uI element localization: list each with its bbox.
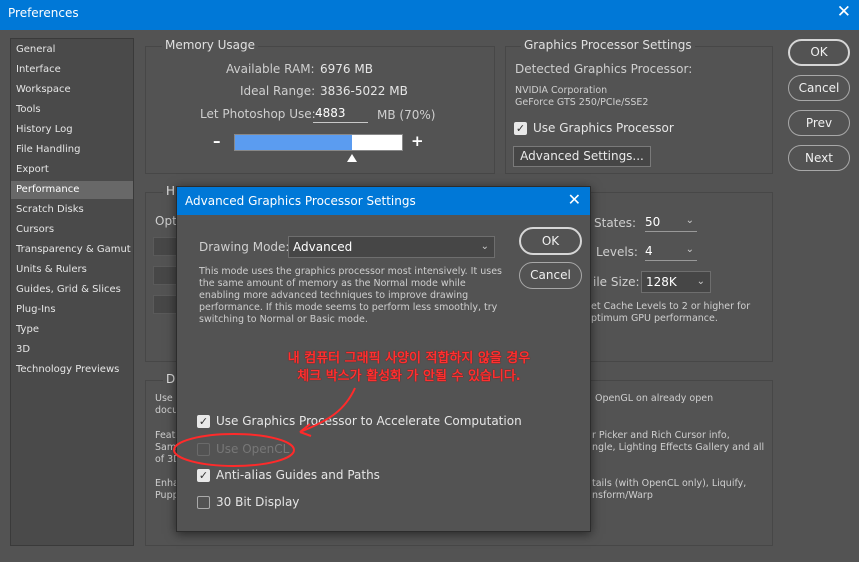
annotation-marks <box>173 387 356 467</box>
annotation-line-2: 체크 박스가 활성화 가 안될 수 있습니다. <box>297 369 521 384</box>
annotation-line-1: 내 컴퓨터 그래픽 사양이 적합하지 않을 경우 <box>287 351 531 366</box>
annotation-note: 내 컴퓨터 그래픽 사양이 적합하지 않을 경우 체크 박스가 활성화 가 안될… <box>244 350 574 386</box>
opencl-highlight-circle <box>173 433 295 467</box>
